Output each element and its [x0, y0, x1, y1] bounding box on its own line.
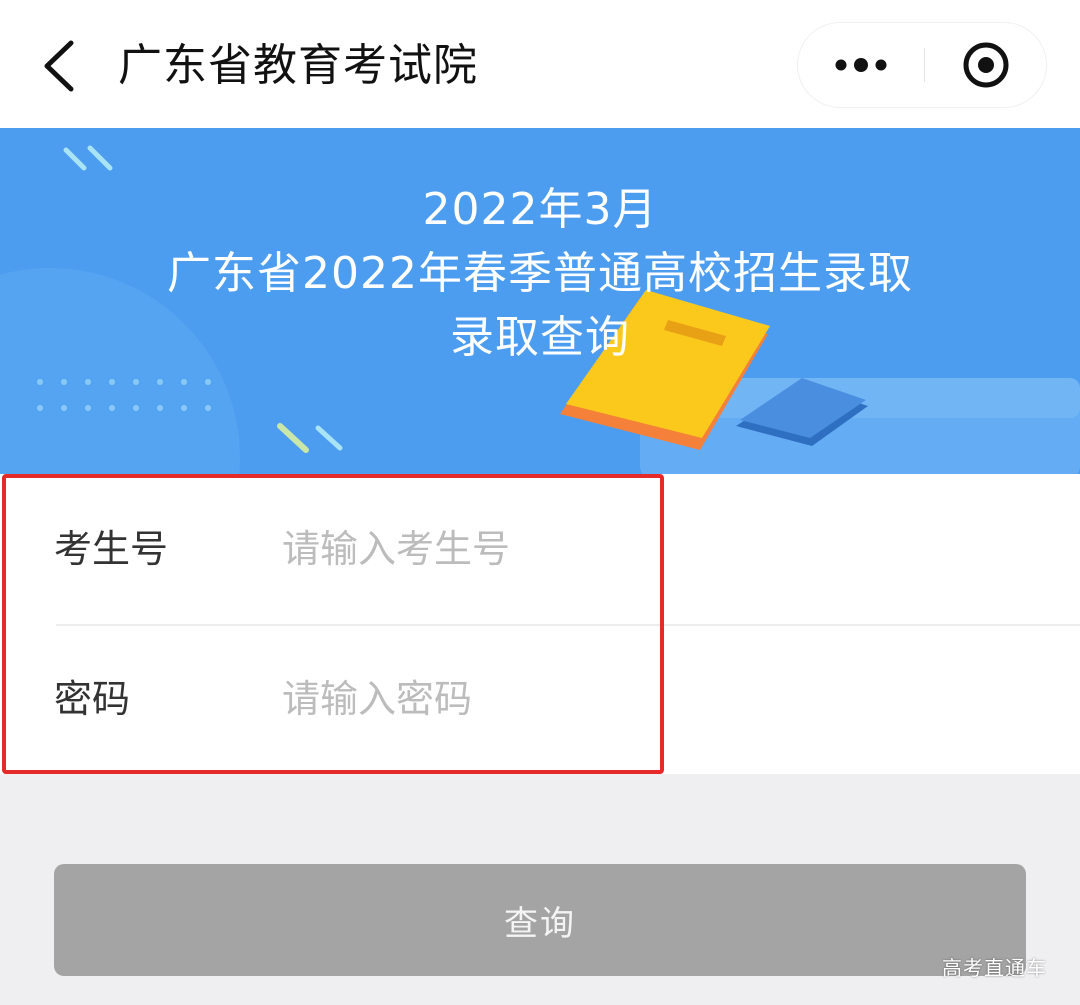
exam-number-row: 考生号 — [0, 474, 1080, 624]
exam-number-label: 考生号 — [54, 527, 169, 571]
watermark: 高考直通车 — [942, 956, 1047, 980]
mini-program-capsule — [797, 22, 1047, 108]
more-dots-icon — [835, 58, 886, 72]
page-title: 广东省教育考试院 — [118, 40, 478, 91]
top-navigation-bar: 广东省教育考试院 — [0, 0, 1080, 128]
login-form: 考生号 密码 — [0, 474, 1080, 774]
chevron-left-icon — [44, 40, 74, 92]
password-row: 密码 — [0, 624, 1080, 774]
more-options-button[interactable] — [797, 22, 924, 108]
back-button[interactable] — [34, 34, 82, 98]
exam-number-input[interactable] — [282, 514, 642, 584]
banner-heading: 广东省2022年春季普通高校招生录取 — [167, 248, 913, 299]
password-label: 密码 — [54, 677, 131, 721]
banner-date: 2022年3月 — [422, 184, 658, 235]
banner-subheading: 录取查询 — [450, 312, 630, 363]
password-input[interactable] — [282, 664, 642, 734]
close-mini-program-button[interactable] — [925, 22, 1047, 108]
query-button[interactable]: 查询 — [54, 864, 1026, 976]
target-circle-icon — [963, 42, 1009, 88]
hero-banner: 2022年3月 广东省2022年春季普通高校招生录取 录取查询 — [0, 128, 1080, 474]
